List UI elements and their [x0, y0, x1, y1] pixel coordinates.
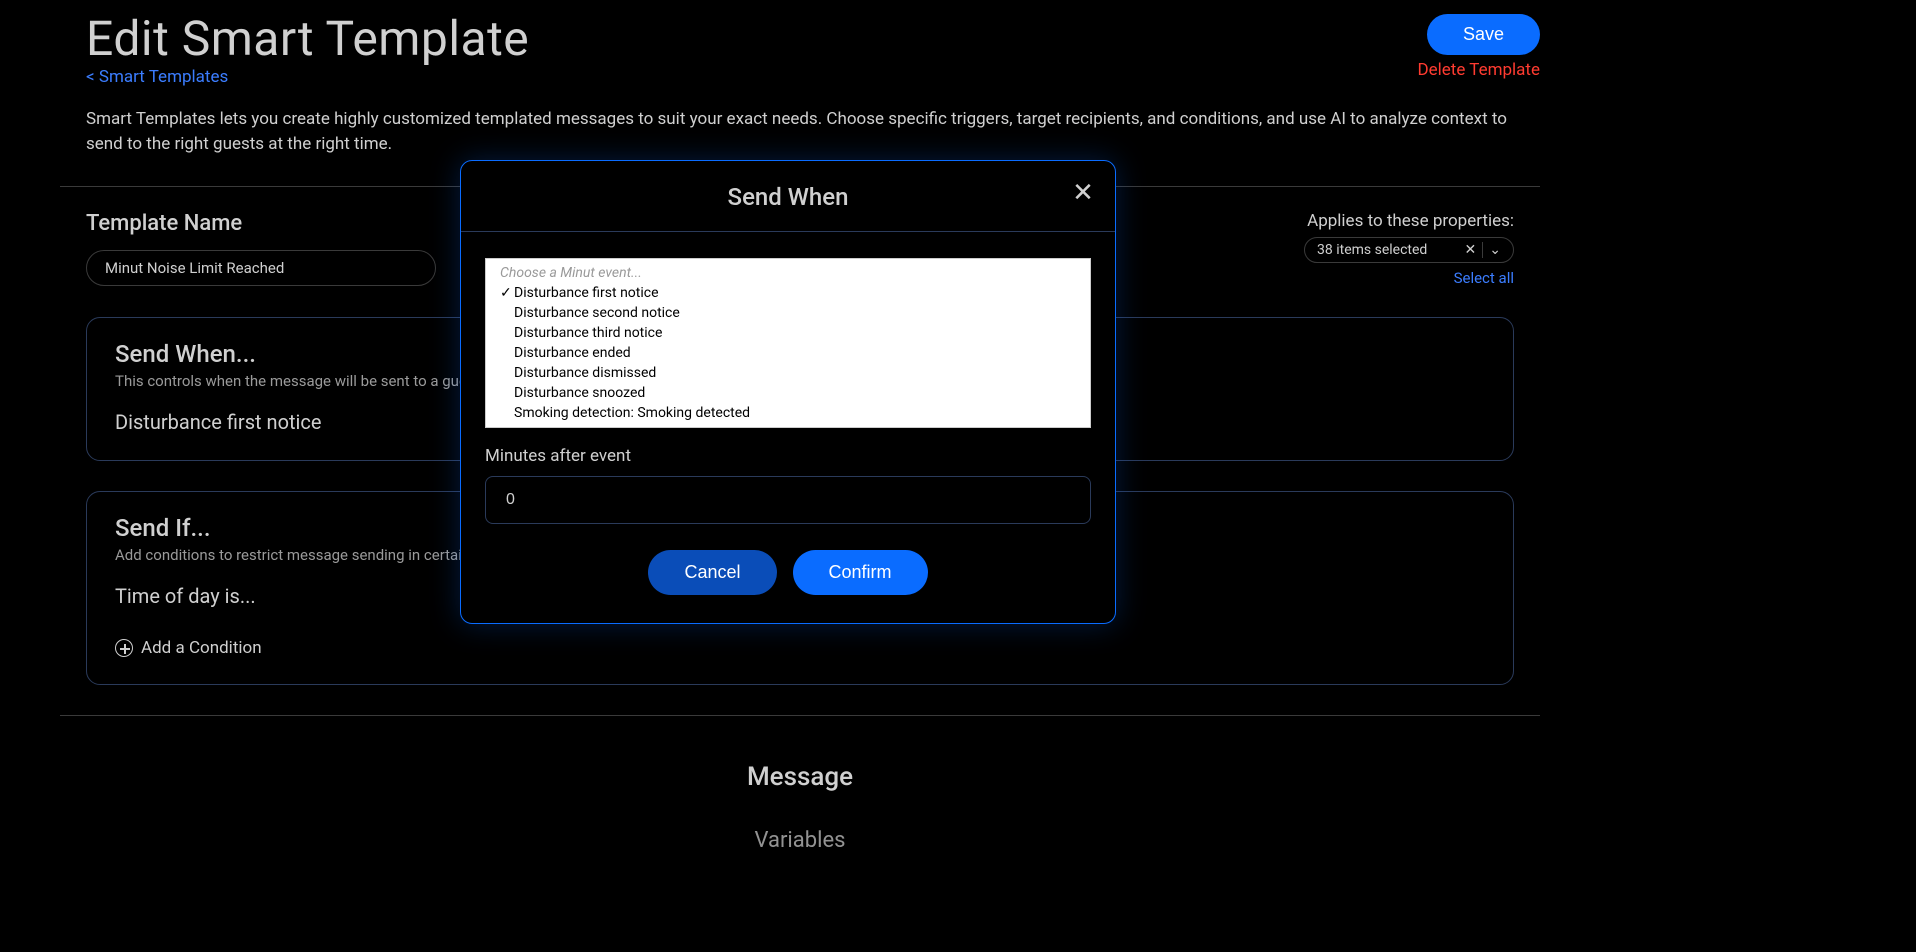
- template-name-input[interactable]: Minut Noise Limit Reached: [86, 250, 436, 286]
- dropdown-option[interactable]: Smoking detection: Smoking detected: [486, 403, 1090, 423]
- dropdown-option[interactable]: Disturbance third notice: [486, 323, 1090, 343]
- dropdown-option-label: Disturbance dismissed: [514, 365, 656, 381]
- dropdown-option[interactable]: ✓Disturbance first notice: [486, 283, 1090, 303]
- dropdown-option[interactable]: Disturbance snoozed: [486, 383, 1090, 403]
- dropdown-option-label: Disturbance ended: [514, 345, 631, 361]
- dropdown-option[interactable]: Disturbance second notice: [486, 303, 1090, 323]
- delete-template-link[interactable]: Delete Template: [1417, 60, 1540, 80]
- save-button[interactable]: Save: [1427, 14, 1540, 55]
- template-name-label: Template Name: [86, 211, 436, 236]
- page-description: Smart Templates lets you create highly c…: [86, 107, 1514, 156]
- cancel-button[interactable]: Cancel: [648, 550, 776, 595]
- minutes-after-label: Minutes after event: [485, 446, 1091, 466]
- applies-label: Applies to these properties:: [1304, 211, 1514, 231]
- confirm-button[interactable]: Confirm: [793, 550, 928, 595]
- variables-heading: Variables: [60, 828, 1540, 853]
- breadcrumb[interactable]: < Smart Templates: [86, 67, 1540, 87]
- minutes-after-input[interactable]: [485, 476, 1091, 524]
- dropdown-option-label: Disturbance third notice: [514, 325, 662, 341]
- dropdown-option-label: Smoking detection: Smoking detected: [514, 405, 750, 421]
- chevron-down-icon[interactable]: ⌄: [1483, 242, 1507, 258]
- add-condition-button[interactable]: Add a Condition: [115, 638, 1485, 658]
- dropdown-option-label: Disturbance first notice: [514, 285, 659, 301]
- clear-icon[interactable]: ✕: [1459, 242, 1484, 258]
- dropdown-option-label: Disturbance second notice: [514, 305, 680, 321]
- plus-icon: [115, 639, 133, 657]
- page-title: Edit Smart Template: [86, 10, 1540, 67]
- dropdown-option[interactable]: Disturbance ended: [486, 343, 1090, 363]
- message-heading: Message: [60, 762, 1540, 792]
- event-select-dropdown[interactable]: Choose a Minut event... ✓Disturbance fir…: [485, 258, 1091, 428]
- close-icon[interactable]: ✕: [1071, 183, 1095, 207]
- divider: [60, 715, 1540, 716]
- send-when-modal: Send When ✕ Choose a Minut event... ✓Dis…: [460, 160, 1116, 624]
- applies-properties-select[interactable]: 38 items selected ✕ ⌄: [1304, 237, 1514, 263]
- modal-title: Send When: [728, 183, 849, 211]
- applies-selected-text: 38 items selected: [1317, 242, 1427, 258]
- check-icon: ✓: [500, 285, 514, 301]
- select-all-link[interactable]: Select all: [1304, 269, 1514, 287]
- dropdown-placeholder: Choose a Minut event...: [486, 263, 1090, 283]
- dropdown-option[interactable]: Disturbance dismissed: [486, 363, 1090, 383]
- dropdown-option-label: Disturbance snoozed: [514, 385, 645, 401]
